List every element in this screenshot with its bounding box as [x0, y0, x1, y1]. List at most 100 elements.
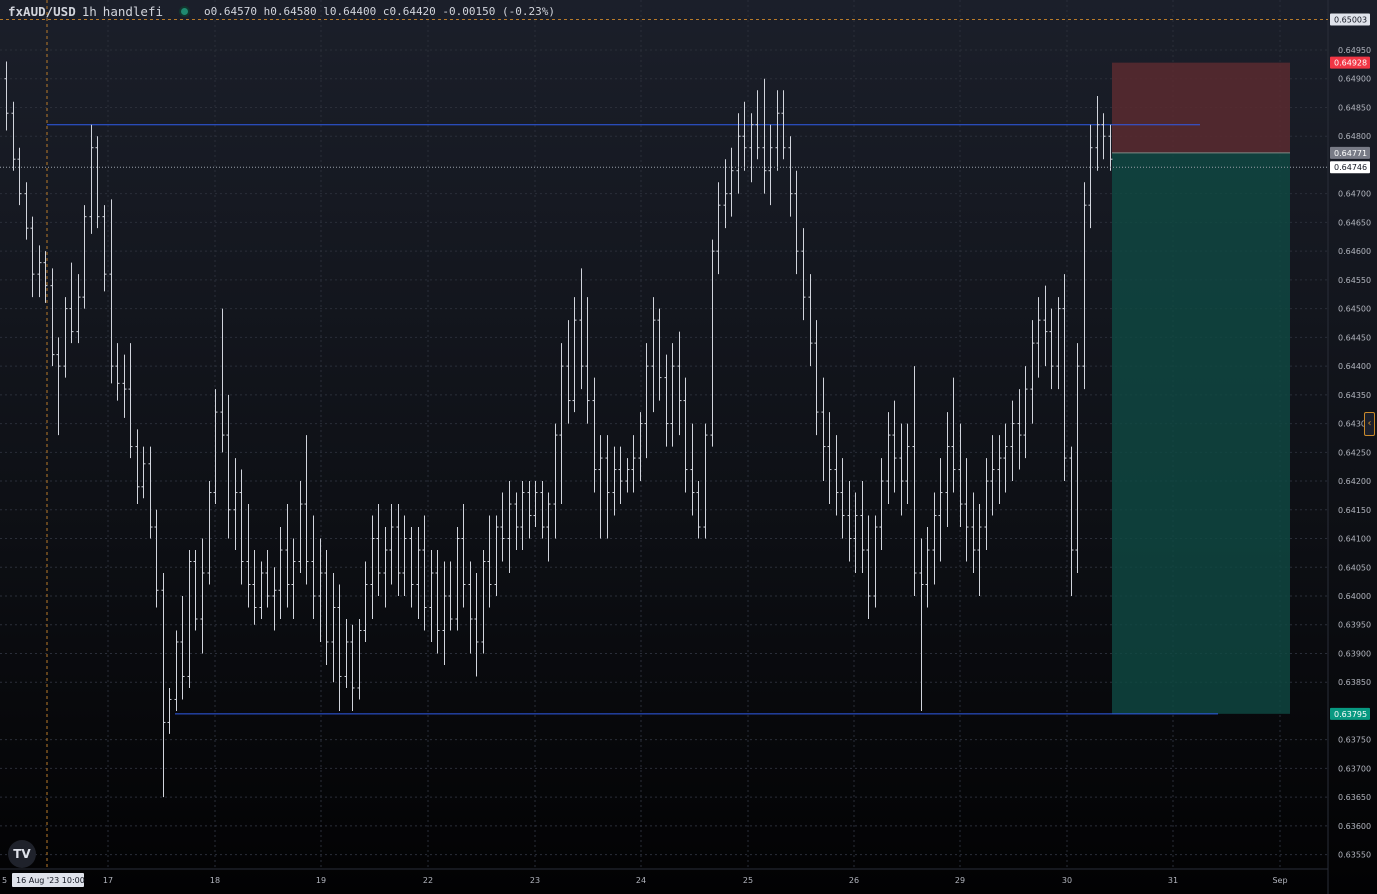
y-tick-label: 0.63550 [1338, 851, 1371, 860]
entry-price-label: 0.64771 [1334, 149, 1367, 158]
ohlc-bar [605, 435, 610, 539]
ohlc-bar [252, 550, 257, 625]
ohlc-bar [207, 481, 212, 585]
ohlc-bar [866, 515, 871, 619]
x-tick-label: 17 [103, 876, 113, 885]
ohlc-bar [376, 504, 381, 597]
ohlc-bar [886, 412, 891, 505]
ohlc-bar [566, 320, 571, 424]
tradingview-logo-icon[interactable]: TV [8, 840, 36, 868]
x-tick-label: 5 [2, 876, 7, 885]
symbol-label[interactable]: fxAUD/USD [8, 4, 76, 19]
ohlc-bar [533, 481, 538, 528]
ohlc-bar [259, 561, 264, 619]
ohlc-bar [396, 504, 401, 597]
ohlc-bar [363, 561, 368, 642]
y-tick-label: 0.64700 [1338, 190, 1371, 199]
ohlc-bar [905, 423, 910, 505]
interval-label[interactable]: 1h [82, 4, 97, 19]
ohlc-bar [148, 446, 153, 539]
ohlc-bar [233, 458, 238, 551]
ohlc-bar [801, 228, 806, 321]
x-tick-label: 25 [743, 876, 753, 885]
ohlc-bar [644, 343, 649, 459]
last-price-label: 0.64746 [1334, 163, 1367, 172]
ohlc-bar [899, 423, 904, 516]
y-tick-label: 0.64400 [1338, 362, 1371, 371]
take-profit-zone [1112, 152, 1290, 714]
ohlc-bar [585, 297, 590, 424]
ohlc-bar [89, 124, 94, 234]
ohlc-bar [638, 412, 643, 482]
ohlc-bar [416, 527, 421, 619]
ohlc-bar [892, 400, 897, 493]
ohlc-bar [265, 550, 270, 608]
ohlc-bar [977, 504, 982, 597]
collapse-arrow-icon[interactable]: ‹ [1364, 412, 1375, 436]
y-tick-label: 0.64050 [1338, 563, 1371, 572]
ohlc-bar [135, 429, 140, 505]
ohlc-bar [1062, 274, 1067, 482]
ohlc-bar [1030, 320, 1035, 424]
ohlc-bar [971, 492, 976, 574]
ohlc-bar [520, 481, 525, 551]
ohlc-bar [455, 527, 460, 631]
y-tick-label: 0.63750 [1338, 736, 1371, 745]
x-tick-label: 26 [849, 876, 859, 885]
ohlc-bar [30, 216, 35, 298]
ohlc-bar [318, 538, 323, 642]
ohlc-bar [631, 435, 636, 493]
ohlc-bar [958, 423, 963, 528]
ohlc-bar [1088, 124, 1093, 229]
chart-container[interactable]: 0.650500.649500.649000.648500.648000.647… [0, 0, 1377, 894]
ohlc-bar [1101, 113, 1106, 160]
target-price-label: 0.63795 [1334, 710, 1367, 719]
y-tick-label: 0.63700 [1338, 764, 1371, 773]
ohlc-bar [651, 297, 656, 413]
ohlc-bar [873, 515, 878, 608]
ohlc-bar [226, 394, 231, 539]
price-chart[interactable]: 0.650500.649500.649000.648500.648000.647… [0, 0, 1377, 894]
ohlc-bar [167, 687, 172, 734]
ohlc-bar [180, 596, 185, 700]
ohlc-bar [278, 527, 283, 619]
ohlc-bar [1049, 308, 1054, 390]
stop-price-label: 0.64928 [1334, 59, 1367, 68]
y-tick-label: 0.64900 [1338, 75, 1371, 84]
x-tick-label: 31 [1168, 876, 1178, 885]
ohlc-bar [102, 205, 107, 292]
y-tick-label: 0.64350 [1338, 391, 1371, 400]
ohlc-bar [95, 136, 100, 229]
ohlc-bar [494, 515, 499, 597]
ohlc-bar [997, 435, 1002, 505]
ohlc-bar [1010, 400, 1015, 482]
ohlc-bar [82, 205, 87, 309]
ohlc-bar [736, 113, 741, 194]
x-tick-label: 19 [316, 876, 326, 885]
ohlc-bar [840, 458, 845, 539]
ohlc-bar [291, 538, 296, 619]
ohlc-bar [1082, 182, 1087, 390]
ohlc-bar [128, 343, 133, 459]
ohlc-bar [749, 113, 754, 183]
ohlc-bar [402, 515, 407, 597]
ohlc-bar [4, 61, 9, 131]
ohlc-bar [1108, 124, 1113, 171]
y-tick-label: 0.64500 [1338, 305, 1371, 314]
ohlc-readout: o0.64570 h0.64580 l0.64400 c0.64420 -0.0… [204, 5, 556, 18]
y-tick-label: 0.64850 [1338, 103, 1371, 112]
ohlc-bar [37, 245, 42, 298]
x-tick-label: 29 [955, 876, 965, 885]
stop-loss-zone [1112, 62, 1290, 153]
ohlc-bar [69, 262, 74, 344]
y-tick-label: 0.64800 [1338, 132, 1371, 141]
ohlc-bar [337, 584, 342, 711]
ohlc-bar [109, 199, 114, 384]
y-tick-label: 0.64250 [1338, 448, 1371, 457]
chart-legend: fxAUD/USD 1h handlefi o0.64570 h0.64580 … [8, 4, 555, 19]
market-status-icon [179, 6, 191, 17]
ohlc-bar [860, 481, 865, 574]
ohlc-bar [1069, 446, 1074, 597]
ohlc-bar [827, 412, 832, 505]
x-tick-label: 18 [210, 876, 220, 885]
